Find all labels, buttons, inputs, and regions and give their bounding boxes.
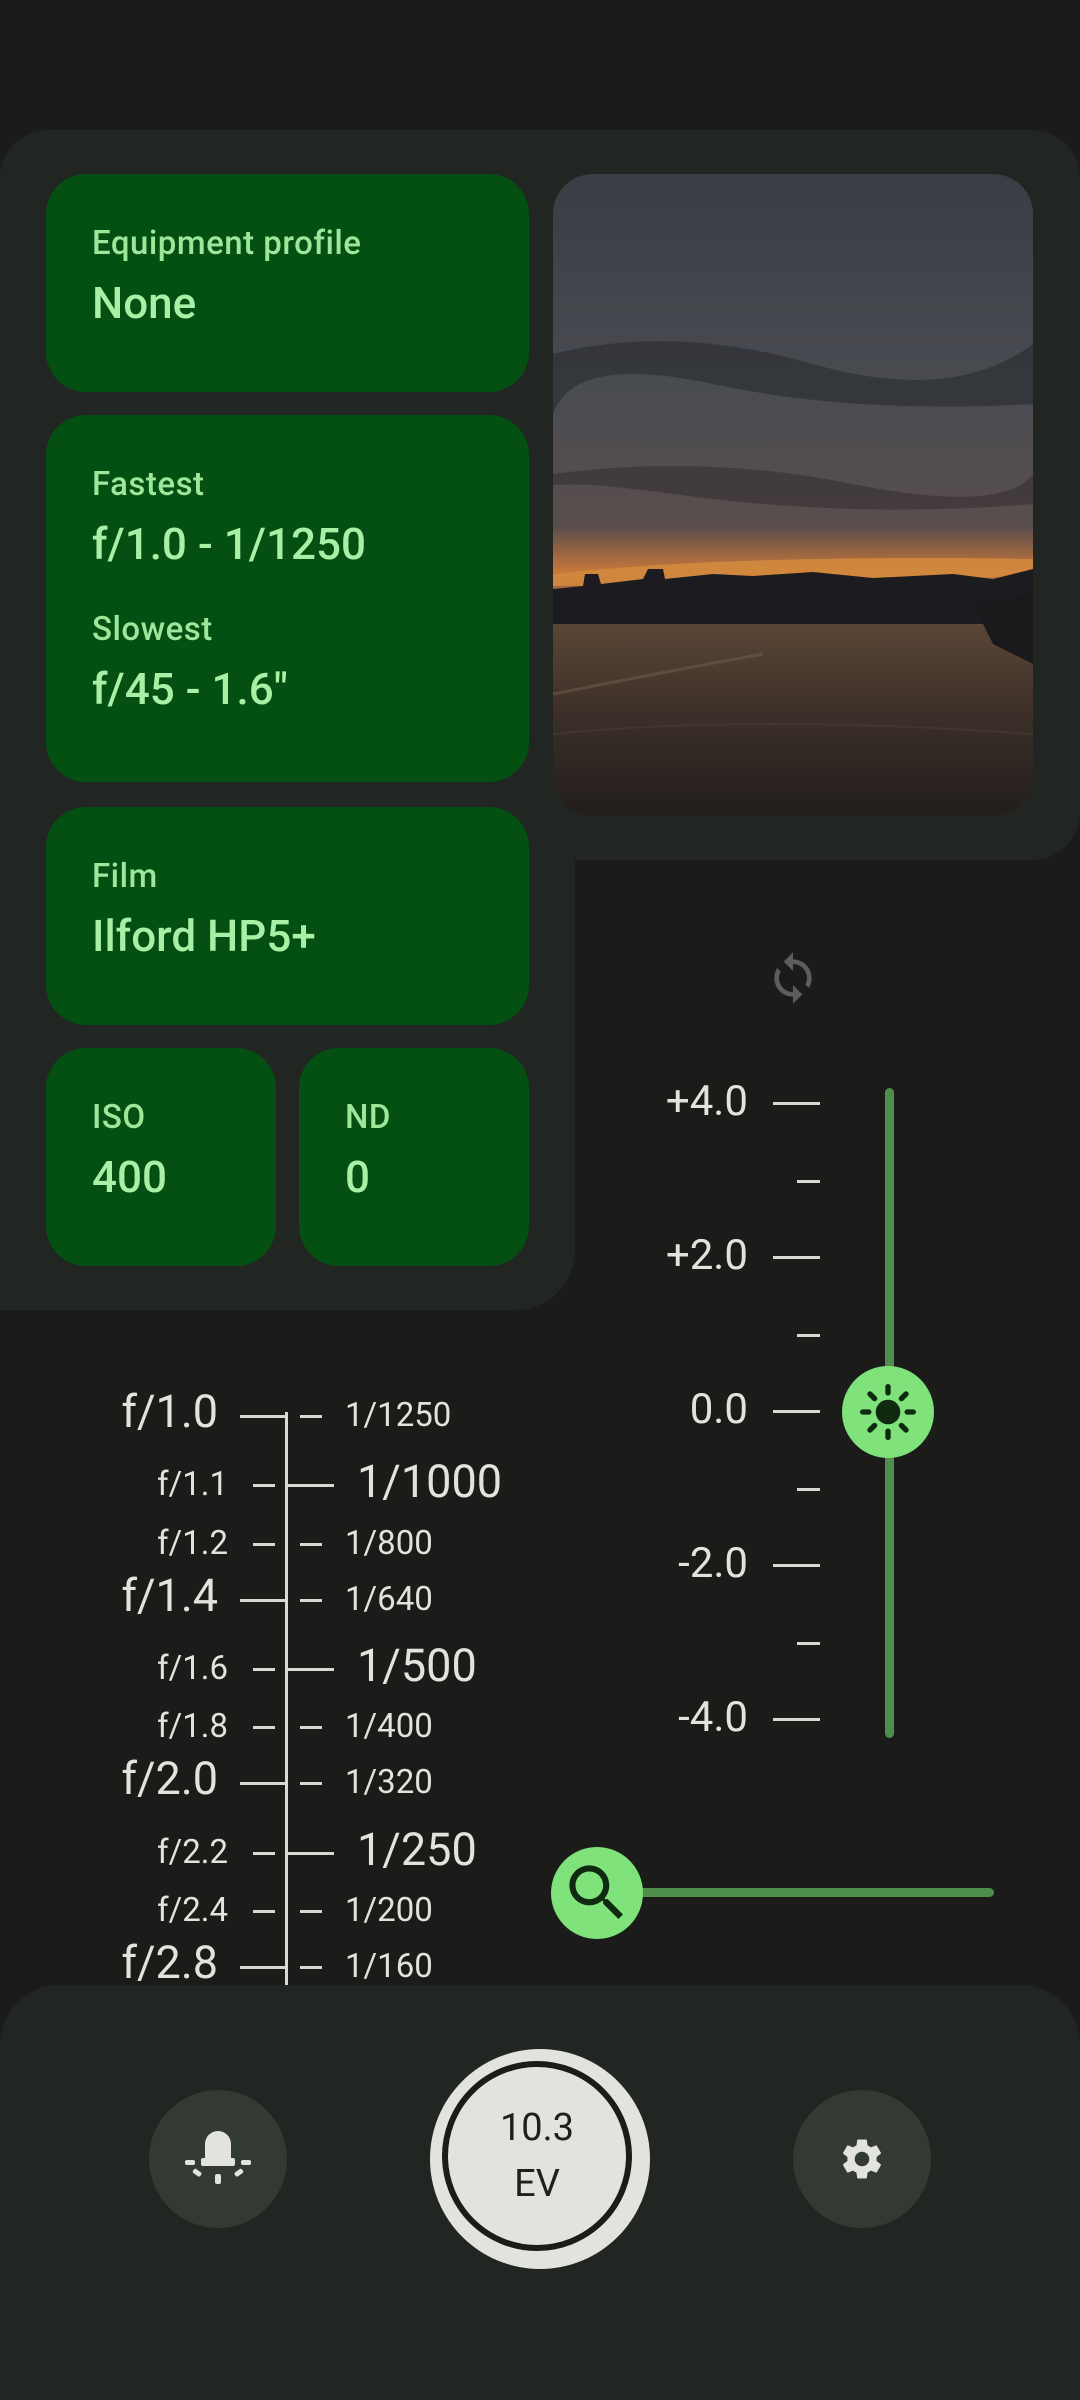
shutter-tick: [300, 1782, 322, 1785]
sync-icon[interactable]: [765, 945, 821, 1011]
aperture-value: f/1.4: [121, 1569, 218, 1622]
fastest-label: Fastest: [92, 465, 205, 504]
aperture-tick: [253, 1484, 275, 1487]
shutter-value: 1/1000: [357, 1455, 503, 1508]
aperture-value: f/1.2: [157, 1524, 228, 1563]
aperture-tick: [240, 1599, 287, 1602]
film-value: Ilford HP5+: [92, 910, 316, 962]
shutter-value: 1/320: [345, 1763, 433, 1802]
iso-card[interactable]: ISO 400: [46, 1048, 276, 1266]
shutter-value: 1/1250: [345, 1396, 452, 1435]
ev-label: +4.0: [665, 1077, 748, 1126]
aperture-tick: [240, 1782, 287, 1785]
ev-unit: EV: [514, 2162, 560, 2206]
fastest-value: f/1.0 - 1/1250: [92, 518, 366, 570]
iso-label: ISO: [92, 1098, 146, 1137]
equipment-profile-card[interactable]: Equipment profile None: [46, 174, 529, 392]
shutter-tick: [300, 1726, 322, 1729]
aperture-tick: [253, 1852, 275, 1855]
ev-value: 10.3: [499, 2106, 575, 2150]
ev-label: -4.0: [678, 1693, 748, 1742]
shutter-value: 1/500: [357, 1639, 477, 1692]
light-meter-icon: [185, 2131, 251, 2184]
slowest-label: Slowest: [92, 610, 213, 649]
aperture-tick: [240, 1966, 287, 1969]
film-label: Film: [92, 857, 158, 896]
zoom-slider[interactable]: [600, 1888, 994, 1897]
ev-tick: [797, 1642, 820, 1645]
equipment-profile-value: None: [92, 277, 197, 329]
film-card[interactable]: Film Ilford HP5+: [46, 807, 529, 1025]
shutter-tick: [300, 1966, 322, 1969]
ev-label: +2.0: [665, 1231, 748, 1280]
shutter-tick: [300, 1543, 322, 1546]
ev-tick: [773, 1410, 820, 1413]
ev-tick: [797, 1334, 820, 1337]
gear-icon: [843, 2139, 881, 2179]
shutter-value: 1/800: [345, 1524, 433, 1563]
shutter-tick: [288, 1852, 334, 1855]
shutter-tick: [288, 1668, 334, 1671]
aperture-tick: [253, 1668, 275, 1671]
ev-tick: [773, 1718, 820, 1721]
shutter-tick: [288, 1484, 334, 1487]
aperture-value: f/1.1: [157, 1465, 228, 1504]
aperture-value: f/2.2: [157, 1833, 228, 1872]
aperture-value: f/2.4: [157, 1891, 228, 1930]
nd-card[interactable]: ND 0: [299, 1048, 529, 1266]
aperture-value: f/2.8: [121, 1936, 218, 1989]
zoom-slider-thumb[interactable]: [551, 1847, 643, 1939]
aperture-value: f/1.0: [121, 1385, 218, 1438]
measure-button-inner: 10.3 EV: [442, 2061, 632, 2251]
shutter-value: 1/400: [345, 1707, 433, 1746]
shutter-value: 1/250: [357, 1823, 477, 1876]
light-meter-button[interactable]: [149, 2090, 287, 2228]
camera-preview[interactable]: [553, 174, 1033, 816]
shutter-value: 1/160: [345, 1947, 433, 1986]
aperture-tick: [253, 1543, 275, 1546]
aperture-tick: [253, 1910, 275, 1913]
aperture-tick: [253, 1726, 275, 1729]
settings-button[interactable]: [793, 2090, 931, 2228]
aperture-value: f/2.0: [121, 1752, 218, 1805]
aperture-tick: [240, 1415, 287, 1418]
shutter-range-card[interactable]: Fastest f/1.0 - 1/1250 Slowest f/45 - 1.…: [46, 415, 529, 782]
ev-label: 0.0: [689, 1385, 748, 1434]
nd-label: ND: [345, 1098, 391, 1137]
aperture-value: f/1.8: [157, 1707, 228, 1746]
ev-tick: [773, 1102, 820, 1105]
ev-slider-thumb[interactable]: [842, 1366, 934, 1458]
measure-button[interactable]: 10.3 EV: [430, 2049, 650, 2269]
ev-tick: [773, 1564, 820, 1567]
iso-value: 400: [92, 1151, 168, 1203]
shutter-value: 1/200: [345, 1891, 433, 1930]
nd-value: 0: [345, 1151, 371, 1203]
ev-tick: [773, 1256, 820, 1259]
shutter-tick: [300, 1910, 322, 1913]
shutter-tick: [300, 1415, 322, 1418]
shutter-value: 1/640: [345, 1580, 433, 1619]
ev-label: -2.0: [678, 1539, 748, 1588]
ev-tick: [797, 1180, 820, 1183]
dial-axis: [285, 1412, 288, 1987]
search-icon: [569, 1865, 624, 1920]
ev-tick: [797, 1488, 820, 1491]
equipment-profile-label: Equipment profile: [92, 224, 362, 263]
slowest-value: f/45 - 1.6": [92, 663, 288, 715]
brightness-icon: [860, 1384, 916, 1440]
aperture-value: f/1.6: [157, 1649, 228, 1688]
shutter-tick: [300, 1599, 322, 1602]
